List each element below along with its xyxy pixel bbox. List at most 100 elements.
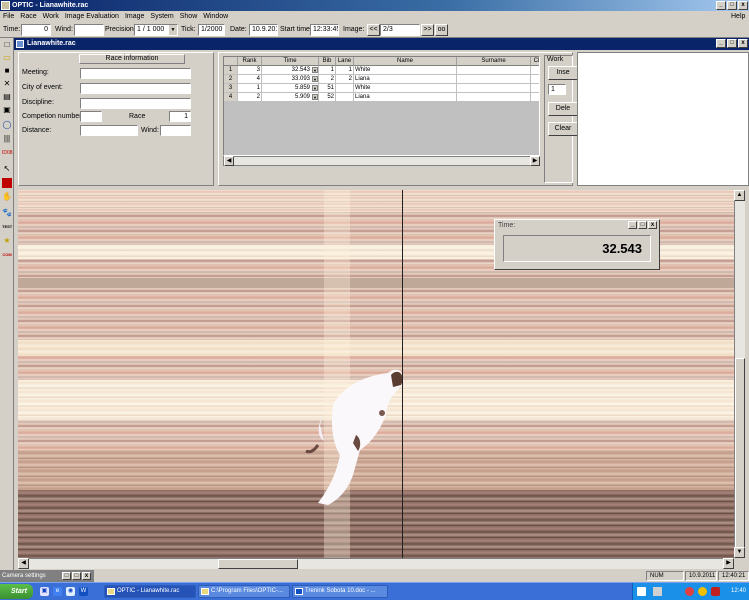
close-x-icon[interactable]: ✕	[2, 79, 12, 89]
grid-cell-surname[interactable]	[457, 75, 531, 84]
scroll-up-icon[interactable]: ▲	[734, 190, 745, 201]
runner2-icon[interactable]: ★	[2, 236, 12, 246]
col-cl[interactable]: Cl	[531, 57, 539, 66]
scroll-left-icon[interactable]: ◀	[224, 156, 234, 166]
grid-cell-name[interactable]: White	[354, 66, 457, 75]
grid-cell-lane[interactable]: 2	[336, 75, 354, 84]
menu-help[interactable]: Help	[728, 11, 748, 22]
horizontal-scroll-thumb[interactable]	[218, 559, 298, 569]
close-button[interactable]: x	[738, 1, 748, 10]
task-explorer[interactable]: C:\Program Files\OPTIC-...	[198, 585, 290, 598]
com-icon[interactable]: COM	[2, 250, 12, 260]
scroll-left-image-icon[interactable]: ◀	[18, 558, 29, 569]
grid-cell-surname[interactable]	[457, 84, 531, 93]
grid-cell-surname[interactable]	[457, 93, 531, 102]
grid-cell-name[interactable]: Liana	[354, 93, 457, 102]
tray-icon-keyboard[interactable]	[653, 587, 662, 596]
insert-button[interactable]: Inse	[548, 66, 578, 80]
menu-show[interactable]: Show	[177, 13, 201, 20]
grid-cell-n[interactable]: 3	[224, 84, 238, 93]
vertical-scroll-thumb[interactable]	[735, 358, 745, 548]
grid-cell-rank[interactable]: 1	[238, 84, 262, 93]
printer-icon[interactable]: ▤	[2, 92, 12, 102]
menu-system[interactable]: System	[147, 13, 176, 20]
tray-icon-cs[interactable]	[637, 587, 646, 596]
delete-button[interactable]: Dele	[548, 102, 578, 116]
camera-max-button[interactable]: □	[72, 572, 81, 580]
monitor-icon[interactable]: ▣	[2, 105, 12, 115]
oo-button[interactable]: oo	[435, 24, 448, 36]
start-button[interactable]: Start	[0, 584, 33, 599]
camera-settings-bar[interactable]: Camera settings □ □ x	[0, 570, 94, 582]
grid-cell-cl[interactable]	[531, 75, 539, 84]
grid-cell-rank[interactable]: 3	[238, 66, 262, 75]
word-icon[interactable]: W	[79, 587, 88, 596]
grid-cell-surname[interactable]	[457, 66, 531, 75]
col-name[interactable]: Name	[354, 57, 457, 66]
media-icon[interactable]: ◉	[66, 587, 75, 596]
menu-image-evaluation[interactable]: Image Evaluation	[62, 13, 122, 20]
precision-select[interactable]: 1 / 1 000 ▼	[134, 24, 178, 36]
menu-window[interactable]: Window	[200, 13, 231, 20]
new-icon[interactable]: □	[2, 40, 12, 50]
image-field[interactable]: 2/3	[380, 24, 420, 36]
discipline-field[interactable]	[80, 98, 191, 109]
meeting-field[interactable]	[80, 68, 191, 79]
time-maximize-button[interactable]: □	[638, 221, 647, 229]
next-image-button[interactable]: >>	[421, 24, 434, 36]
camera-close-button[interactable]: x	[82, 572, 91, 580]
grid-cell-lane[interactable]	[336, 84, 354, 93]
time-close-button[interactable]: x	[648, 221, 657, 229]
runner-icon[interactable]: 🐾	[2, 208, 12, 218]
distance-field[interactable]	[80, 125, 138, 136]
barcode-icon[interactable]: |||	[2, 134, 12, 144]
time-dropdown-icon[interactable]: ▼	[312, 76, 318, 82]
clear-button[interactable]: Clear	[548, 122, 578, 136]
grid-cell-lane[interactable]	[336, 93, 354, 102]
grid-cell-n[interactable]: 4	[224, 93, 238, 102]
grid-cell-cl[interactable]	[531, 93, 539, 102]
tray-icon-shield[interactable]	[685, 587, 694, 596]
race-field[interactable]: 1	[169, 111, 191, 122]
grid-cell-n[interactable]: 2	[224, 75, 238, 84]
grid-cell-bib[interactable]: 51	[319, 84, 336, 93]
prev-image-button[interactable]: <<	[367, 24, 380, 36]
col-bib[interactable]: Bib	[319, 57, 336, 66]
chevron-down-icon[interactable]: ▼	[169, 25, 177, 35]
task-optic[interactable]: OPTIC - Lianawhite.rac	[104, 585, 196, 598]
competition-field[interactable]	[80, 111, 102, 122]
test-icon[interactable]: TEST	[2, 222, 12, 232]
grid-cell-bib[interactable]: 2	[319, 75, 336, 84]
magnify-icon[interactable]: ◯	[2, 120, 12, 130]
grid-cell-rank[interactable]: 2	[238, 93, 262, 102]
task-word[interactable]: Trenink Sobota 10.doc - ...	[292, 585, 388, 598]
menu-race[interactable]: Race	[17, 13, 39, 20]
menu-file[interactable]: File	[0, 13, 17, 20]
menu-work[interactable]: Work	[40, 13, 62, 20]
child-minimize-button[interactable]: _	[716, 39, 726, 48]
scroll-down-icon[interactable]: ▼	[734, 547, 745, 558]
grid-cell-rank[interactable]: 4	[238, 75, 262, 84]
grid-cell-time[interactable]: 32.543 ▼	[262, 66, 319, 75]
date-field[interactable]: 10.9.201	[249, 24, 278, 36]
child-close-button[interactable]: x	[738, 39, 748, 48]
col-rank[interactable]: Rank	[238, 57, 262, 66]
desktop-icon[interactable]: ▣	[40, 587, 49, 596]
scroll-right-image-icon[interactable]: ▶	[723, 558, 734, 569]
col-surname[interactable]: Surname	[457, 57, 531, 66]
city-field[interactable]	[80, 83, 191, 94]
grid-cell-bib[interactable]: 52	[319, 93, 336, 102]
time-field[interactable]: 0	[21, 24, 51, 36]
wind-field[interactable]	[74, 24, 104, 36]
time-minimize-button[interactable]: _	[628, 221, 637, 229]
time-dropdown-icon[interactable]: ▼	[312, 94, 318, 100]
save-icon[interactable]: ■	[2, 66, 12, 76]
grid-cell-lane[interactable]: 1	[336, 66, 354, 75]
ie-icon[interactable]: e	[53, 587, 62, 596]
grid-cell-time[interactable]: 33.093 ▼	[262, 75, 319, 84]
tray-icon-security[interactable]	[711, 587, 720, 596]
scroll-right-icon[interactable]: ▶	[530, 156, 540, 166]
image-horizontal-scrollbar[interactable]: ◀ ▶	[18, 558, 734, 569]
grid-horizontal-scrollbar[interactable]: ◀ ▶	[223, 156, 540, 166]
hand-icon[interactable]: ✋	[2, 192, 12, 202]
